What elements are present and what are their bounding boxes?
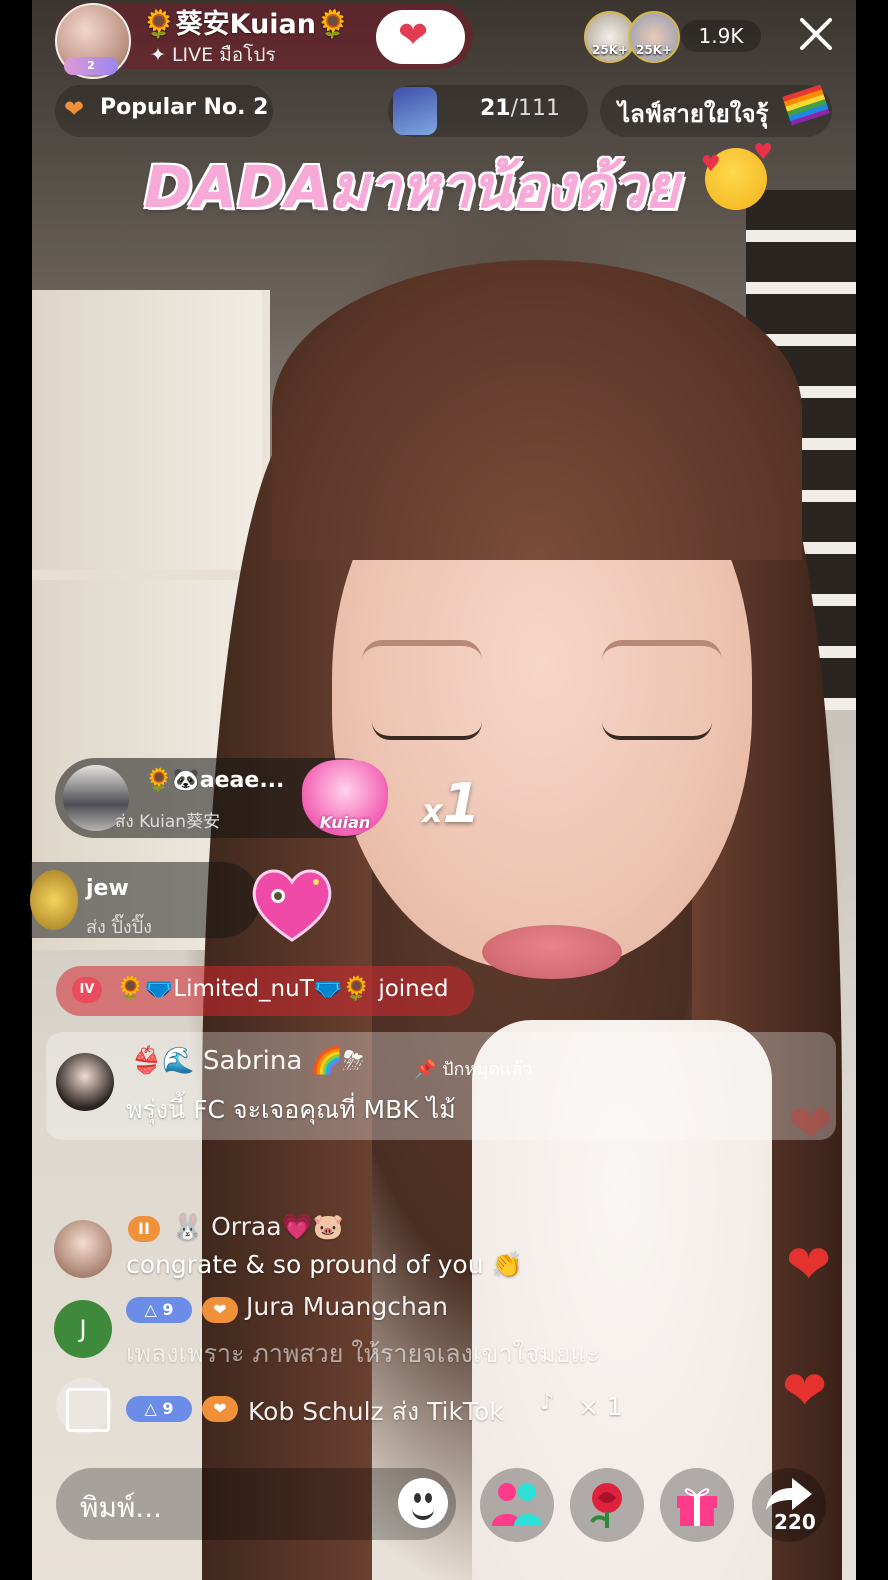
floating-heart-icon: ❤ bbox=[782, 1359, 828, 1422]
pinned-tag: 📌 ปักหมุดแล้ว bbox=[414, 1059, 533, 1080]
share-arrow-icon bbox=[766, 1478, 812, 1510]
chat-user-name[interactable]: Kob Schulz ส่ง TikTok bbox=[248, 1392, 504, 1432]
people-icon bbox=[492, 1483, 542, 1526]
tiktok-gift-icon: ♪ bbox=[540, 1390, 555, 1415]
eye-left bbox=[372, 722, 482, 740]
gift-sender-name: 🌻🐼aeae... bbox=[145, 768, 285, 793]
rank-bird-icon bbox=[393, 87, 437, 135]
gift2-recipient: ส่ง ปิ๊งปิ๊ง bbox=[86, 917, 152, 938]
popular-rank: Popular No. 2 bbox=[100, 95, 269, 120]
chat-avatar[interactable] bbox=[54, 1220, 112, 1278]
pinned-message-text: พรุ่งนี้ FC จะเจอคุณที่ MBK ไม้ bbox=[126, 1095, 456, 1124]
gift-multiplier: × 1 bbox=[578, 1392, 623, 1421]
chat-level-badge: II bbox=[128, 1216, 160, 1242]
floating-heart-icon: ❤ bbox=[788, 1093, 834, 1156]
brow-left bbox=[362, 640, 482, 660]
smiling-hearts-emoji-icon bbox=[701, 140, 773, 210]
fan-heart-badge-icon: ❤ bbox=[202, 1297, 238, 1323]
gift-recipient: ส่ง Kuian葵安 bbox=[115, 812, 221, 832]
lips bbox=[482, 925, 622, 979]
gift2-sender-avatar bbox=[30, 870, 78, 930]
chat-user-name[interactable]: Jura Muangchan bbox=[246, 1292, 448, 1321]
viewer-count[interactable]: 1.9K bbox=[681, 20, 761, 52]
chat-message: เพลงเพราะ ภาพสวย ให้รายจเลงเขาใจมยแะ bbox=[126, 1339, 601, 1368]
join-level-badge: IV bbox=[72, 977, 102, 1003]
pink-heart-gift-icon bbox=[252, 869, 332, 942]
close-icon[interactable] bbox=[796, 14, 836, 54]
broken-heart-icon: ❤ bbox=[64, 95, 85, 123]
comment-placeholder: พิมพ์... bbox=[80, 1491, 163, 1524]
emoji-icon[interactable] bbox=[398, 1478, 448, 1528]
hair-top bbox=[272, 260, 802, 560]
streamer-subtitle: ✦ LIVE มือโปร bbox=[150, 44, 276, 66]
stream-title-banner: DADAมาหาน้องด้วย bbox=[144, 153, 679, 221]
floating-heart-icon: ❤ bbox=[786, 1233, 832, 1296]
gift-box-pink-icon bbox=[677, 1488, 717, 1526]
gift-heart-photo-icon: Kuian bbox=[302, 760, 388, 836]
rose-icon bbox=[590, 1483, 622, 1528]
gift-box-icon bbox=[66, 1388, 110, 1432]
gift2-sender-name: jew bbox=[86, 876, 129, 901]
join-text: 🌻🩲Limited_nuT🩲🌻 joined bbox=[116, 976, 449, 1002]
eye-right bbox=[602, 722, 712, 740]
share-count: 220 bbox=[774, 1510, 816, 1534]
fan-heart-badge-icon: ❤ bbox=[202, 1396, 238, 1422]
chat-level-badge: △ 9 bbox=[126, 1297, 192, 1323]
follow-count: 30 bbox=[422, 31, 446, 51]
brow-right bbox=[602, 640, 722, 660]
avatar-level-badge: 2 bbox=[64, 57, 118, 75]
chat-level-badge: △ 9 bbox=[126, 1396, 192, 1422]
pinned-user-avatar[interactable] bbox=[56, 1053, 114, 1111]
top-viewer-avatar-2[interactable]: 25K+ bbox=[628, 11, 680, 63]
chat-user-name[interactable]: 🐰 Orraa💗🐷 bbox=[172, 1212, 344, 1242]
chat-message: congrate & so pround of you 👏 bbox=[126, 1250, 523, 1279]
marquee-text: ไลฟ์สายใยใจรุ้ bbox=[618, 100, 769, 128]
gift-multiplier: x1 bbox=[422, 772, 481, 835]
pinned-user-name: 👙🌊 Sabrina 🌈⛈ bbox=[130, 1046, 364, 1076]
chat-avatar[interactable]: J bbox=[54, 1300, 112, 1358]
rank-count: 21/111 bbox=[480, 96, 561, 121]
streamer-name[interactable]: 🌻葵安Kuian🌻 bbox=[142, 2, 350, 41]
